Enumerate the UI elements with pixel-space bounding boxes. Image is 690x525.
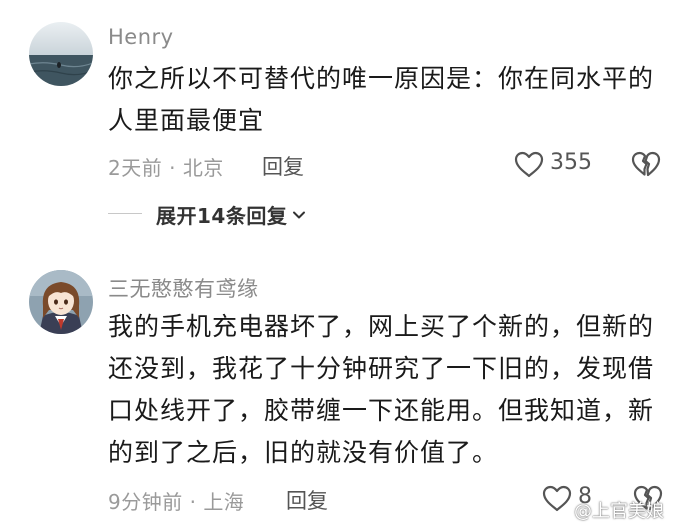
expand-replies-button[interactable]: 展开14条回复 [156,200,307,229]
heart-icon [542,485,572,512]
like-button[interactable] [541,484,573,512]
comment-text: 我的手机充电器坏了，网上买了个新的，但新的 还没到，我花了十分钟研究了一下旧的，… [108,306,668,474]
comment-meta: 2天前 · 北京 [108,152,224,181]
comment-meta: 9分钟前 · 上海 [108,486,244,515]
watermark: @上官美娘 [574,501,664,522]
comment-time: 2天前 [108,156,163,180]
comment-username[interactable]: 三无憨憨有鸢缘 [108,273,259,303]
expand-replies-label: 展开14条回复 [156,204,288,228]
heart-icon [514,151,544,178]
meta-separator: · [189,490,197,514]
comment-text: 你之所以不可替代的唯一原因是：你在同水平的 人里面最便宜 [108,58,668,142]
comment-location: 北京 [182,156,224,180]
chevron-down-icon [293,211,306,218]
meta-separator: · [169,156,176,180]
reply-button[interactable]: 回复 [286,485,328,515]
comment-text-line: 你之所以不可替代的唯一原因是：你在同水平的 [108,64,655,93]
like-button[interactable] [513,150,545,178]
divider [108,213,142,214]
like-count: 355 [550,150,592,175]
avatar[interactable] [29,270,93,334]
comment-text-line: 人里面最便宜 [108,106,265,135]
broken-heart-icon [631,151,661,177]
comment-time: 9分钟前 [108,490,183,514]
reply-button[interactable]: 回复 [262,151,304,181]
comment-text-line: 还没到，我花了十分钟研究了一下旧的，发现借 [108,354,655,383]
comment-text-line: 我的手机充电器坏了，网上买了个新的，但新的 [108,312,655,341]
comment-username[interactable]: Henry [108,25,174,49]
comment-text-line: 的到了之后，旧的就没有价值了。 [108,438,499,467]
comment-text-line: 口处线开了，胶带缠一下还能用。但我知道，新 [108,396,655,425]
comment-location: 上海 [203,490,245,514]
dislike-button[interactable] [630,150,662,178]
avatar[interactable] [29,22,93,86]
